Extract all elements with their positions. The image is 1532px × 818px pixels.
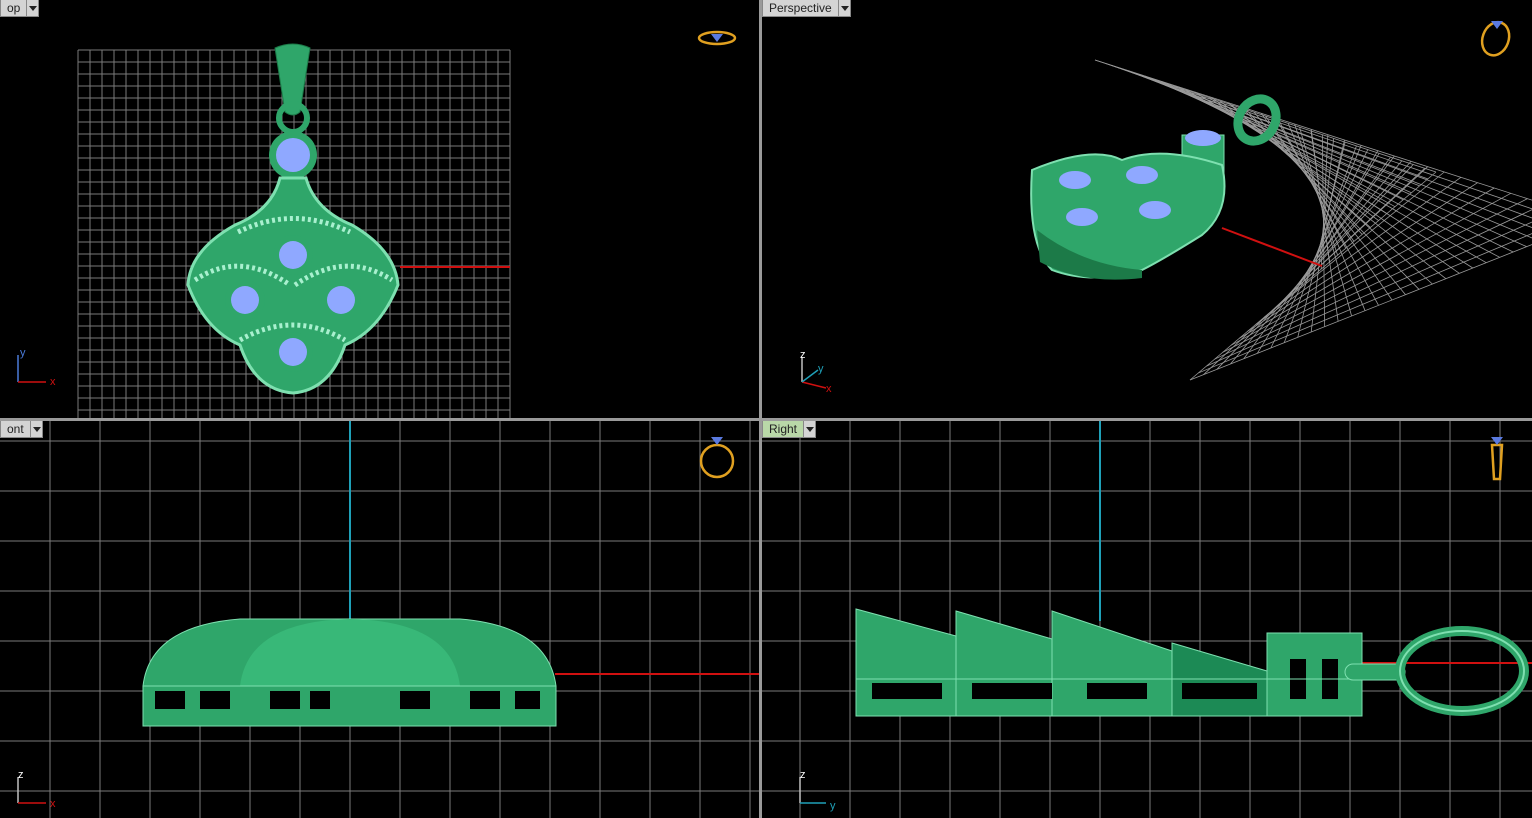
chevron-down-icon[interactable]: [27, 0, 40, 17]
ring-perspective-icon: [1480, 20, 1511, 57]
viewport-top[interactable]: y x op: [0, 0, 759, 418]
x-axis-label: x: [826, 383, 832, 395]
chevron-down-icon[interactable]: [838, 0, 851, 17]
axis-gizmo-top: [17, 355, 46, 383]
z-axis-label: z: [800, 349, 806, 361]
pendant-front-model: [142, 618, 557, 727]
ring-top-icon: [697, 30, 737, 46]
y-axis-label: y: [830, 800, 836, 812]
grid-line: [1189, 171, 1437, 381]
front-view-canvas: z x: [0, 421, 759, 818]
chevron-down-icon[interactable]: [804, 421, 817, 438]
viewport-label-right[interactable]: Right: [762, 421, 817, 438]
x-axis-label: x: [50, 798, 56, 810]
perspective-view-canvas: z x y: [800, 20, 1532, 395]
x-axis-line: [1221, 227, 1323, 267]
ring-front-icon: [699, 437, 735, 479]
viewport-label-perspective[interactable]: Perspective: [762, 0, 851, 17]
chevron-down-icon[interactable]: [30, 421, 43, 438]
viewport-label-front[interactable]: ont: [0, 421, 43, 438]
viewport-divider-vertical[interactable]: [759, 0, 762, 818]
viewport-divider-horizontal[interactable]: [0, 418, 1532, 421]
grid-line: [1216, 164, 1414, 370]
z-axis-label: z: [800, 769, 806, 781]
viewport-front[interactable]: z x ont: [0, 421, 759, 818]
right-view-canvas: z y: [762, 421, 1532, 818]
top-view-canvas: y x: [17, 30, 737, 418]
grid-line: [1243, 156, 1391, 359]
viewport-right[interactable]: z y Right: [762, 421, 1532, 818]
ring-right-icon: [1490, 437, 1504, 481]
z-axis-label: z: [18, 769, 24, 781]
x-axis-label: x: [50, 376, 56, 388]
grid-line: [1203, 167, 1425, 375]
viewport-perspective[interactable]: z x y Perspective: [762, 0, 1532, 418]
y-axis-label: y: [818, 363, 824, 375]
viewport-label-top[interactable]: op: [0, 0, 40, 17]
y-axis-label: y: [20, 347, 26, 359]
